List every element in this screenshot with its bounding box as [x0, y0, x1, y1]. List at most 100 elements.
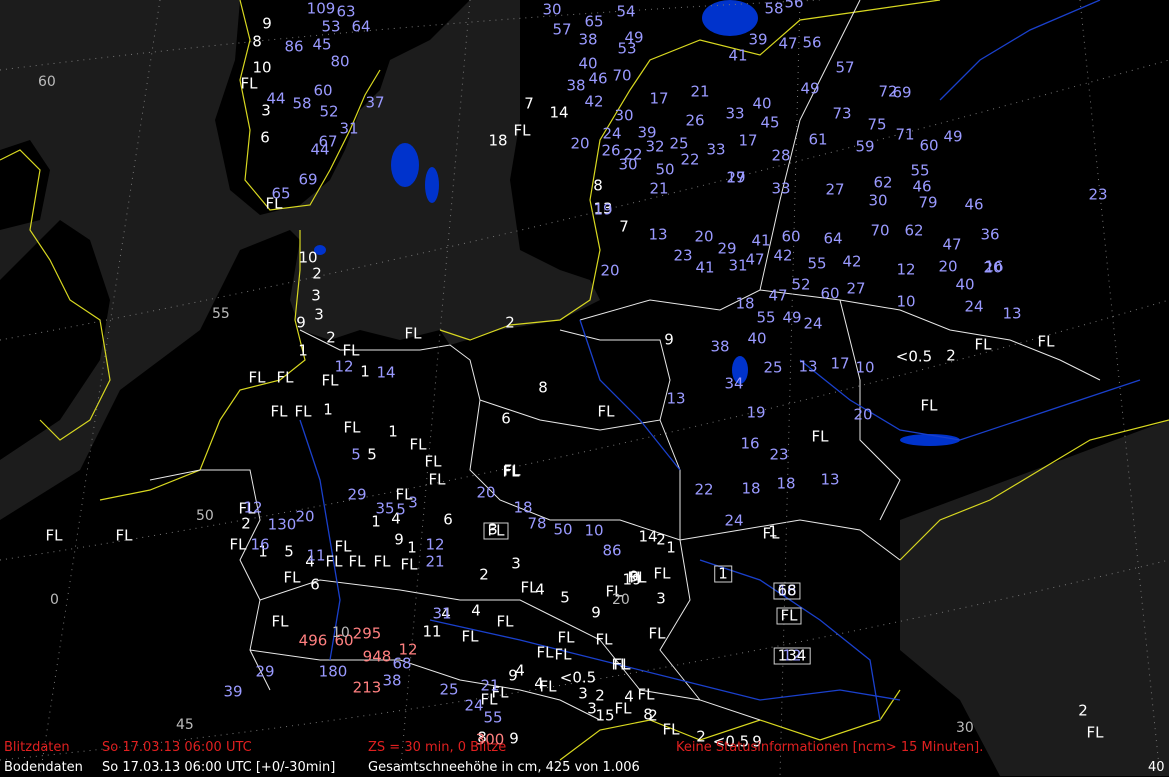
snow-depth-value: 86: [284, 37, 304, 56]
station-value: 1: [388, 422, 398, 441]
station-value: FL: [283, 568, 301, 587]
station-value: FL: [115, 526, 133, 545]
lake: [900, 434, 960, 446]
snow-depth-value: 26: [685, 111, 705, 130]
snow-depth-value: 38: [382, 671, 402, 690]
snow-depth-value: 38: [566, 76, 586, 95]
station-value: 3: [578, 684, 588, 703]
station-value: 14: [549, 103, 569, 122]
snow-depth-value: 22: [680, 150, 700, 169]
snow-depth-high-value: 295: [352, 624, 382, 643]
snow-depth-value: 18: [513, 498, 533, 517]
station-value: 8: [538, 378, 548, 397]
station-value: FL: [920, 396, 938, 415]
snow-depth-value: 78: [527, 514, 547, 533]
station-value: FL: [1037, 332, 1055, 351]
snow-depth-value: 29: [347, 485, 367, 504]
snow-depth-value: 68: [392, 654, 412, 673]
snow-depth-value: 54: [616, 2, 636, 21]
snow-depth-value: 19: [746, 403, 766, 422]
station-value: FL: [424, 452, 442, 471]
station-value: 5: [284, 542, 294, 561]
snow-depth-value: 20: [853, 405, 873, 424]
snow-depth-value: 53: [321, 17, 341, 36]
grid-label-55: 55: [212, 306, 230, 322]
snow-depth-value: 19: [593, 200, 613, 219]
station-value: FL: [248, 368, 266, 387]
snow-depth-value: 20: [600, 261, 620, 280]
snow-depth-value: 29: [255, 662, 275, 681]
station-value: 9: [262, 14, 272, 33]
snow-depth-value: 39: [748, 30, 768, 49]
boxed-station-value: 1: [714, 565, 732, 583]
snow-depth-value: 22: [694, 480, 714, 499]
snow-depth-value: 180: [318, 662, 348, 681]
snow-depth-value: 23: [673, 246, 693, 265]
snow-depth-value: 29: [717, 239, 737, 258]
station-value: 1: [298, 341, 308, 360]
snow-depth-value: 14: [376, 363, 396, 382]
snow-depth-value: 20: [694, 227, 714, 246]
station-value: FL: [811, 427, 829, 446]
snow-depth-value: 27: [846, 279, 866, 298]
snow-depth-value: 55: [483, 708, 503, 727]
snow-depth-value: 12: [334, 357, 354, 376]
snow-depth-value: 42: [584, 92, 604, 111]
snow-depth-value: 12: [896, 260, 916, 279]
snow-depth-value: 62: [873, 173, 893, 192]
station-value: 2: [648, 706, 658, 725]
snow-depth-value: 18: [776, 474, 796, 493]
corner-label: 40: [1148, 760, 1165, 775]
station-value: 18: [488, 131, 508, 150]
station-value: 3: [511, 554, 521, 573]
snow-depth-value: 44: [266, 89, 286, 108]
station-value: FL: [520, 578, 538, 597]
snow-depth-value: 12: [243, 498, 263, 517]
snow-depth-value: 25: [439, 680, 459, 699]
snow-depth-value: 70: [870, 221, 890, 240]
snow-depth-value: 25: [669, 134, 689, 153]
snow-depth-value: 60: [820, 284, 840, 303]
snow-depth-value: 20: [570, 134, 590, 153]
snow-depth-value: 58: [292, 94, 312, 113]
snow-depth-value: 59: [855, 137, 875, 156]
snow-depth-high-value: 12: [398, 640, 418, 659]
snow-depth-value: 21: [425, 552, 445, 571]
grid-label-0: 0: [50, 592, 59, 608]
snow-depth-value: 41: [728, 46, 748, 65]
snow-depth-high-value: 948: [362, 647, 392, 666]
snow-depth-value: 50: [655, 160, 675, 179]
lake: [391, 143, 419, 187]
snow-depth-high-value: 213: [352, 678, 382, 697]
snow-depth-high-value: 496: [298, 631, 328, 650]
snow-depth-value: 13: [798, 357, 818, 376]
station-value: 2: [326, 328, 336, 347]
snow-depth-value: 23: [1088, 185, 1108, 204]
station-value: FL: [653, 564, 671, 583]
snow-depth-value: 56: [802, 33, 822, 52]
snow-depth-value: 65: [271, 184, 291, 203]
station-value: FL: [662, 720, 680, 739]
snow-depth-value: 46: [964, 195, 984, 214]
station-value: FL: [404, 324, 422, 343]
snow-depth-value: 52: [319, 102, 339, 121]
snow-depth-value: 34: [724, 374, 744, 393]
station-value: 4: [624, 687, 634, 706]
snow-depth-value: 41: [695, 258, 715, 277]
snow-depth-value: 23: [769, 445, 789, 464]
snow-depth-value: 71: [895, 125, 915, 144]
boxed-station-value: FL: [776, 607, 802, 625]
station-value: FL: [648, 624, 666, 643]
station-value: 7: [524, 94, 534, 113]
snow-depth-value: 35: [375, 499, 395, 518]
snow-depth-value: 13: [648, 225, 668, 244]
station-value: 5: [560, 588, 570, 607]
station-value: FL: [271, 612, 289, 631]
snow-depth-value: 75: [867, 115, 887, 134]
grid-label-10: 10: [332, 625, 350, 641]
snow-depth-value: 31: [339, 119, 359, 138]
snow-depth-value: 39: [223, 682, 243, 701]
station-value: FL: [611, 655, 629, 674]
station-value: <0.5: [895, 347, 933, 366]
snow-depth-value: 55: [807, 254, 827, 273]
